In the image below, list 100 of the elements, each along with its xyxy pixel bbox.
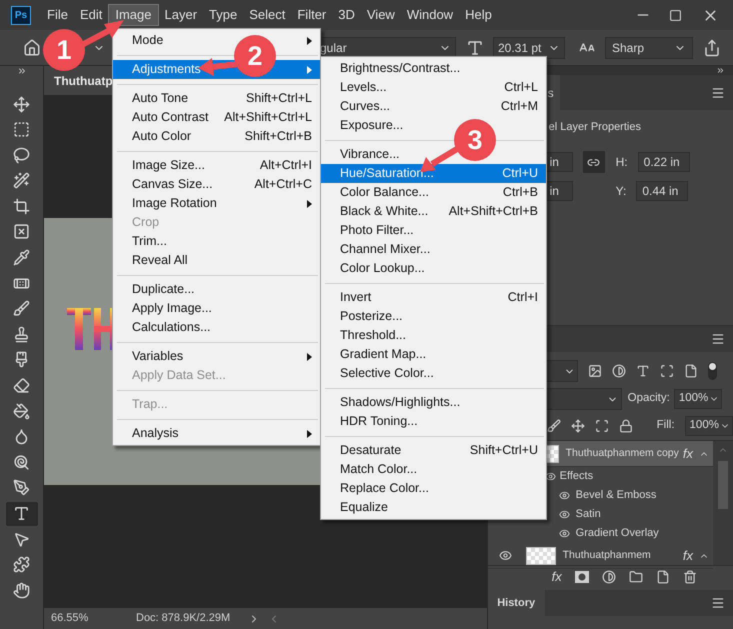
eyedropper-icon [13, 249, 30, 266]
menu-item[interactable]: Shadows/Highlights... [321, 393, 546, 412]
eye-icon[interactable] [558, 509, 570, 520]
link-button[interactable] [582, 151, 605, 173]
menu-item[interactable]: Duplicate... [113, 280, 320, 299]
menu-bar-item[interactable]: View [360, 4, 401, 26]
eye-icon[interactable] [498, 549, 512, 562]
transform-icon[interactable] [660, 364, 674, 378]
expand-icon[interactable] [16, 66, 26, 76]
menu-item[interactable]: Auto Contrast Alt+Shift+Ctrl+L [113, 108, 320, 127]
font-style-dropdown[interactable]: gular [319, 36, 456, 58]
tool-button[interactable] [6, 502, 38, 526]
adjustment-icon[interactable] [602, 570, 616, 584]
half-circle-icon[interactable] [612, 364, 626, 378]
lock-pixels-icon[interactable] [546, 419, 561, 433]
menu-bar-item[interactable]: Image [108, 4, 158, 26]
menu-bar-item[interactable]: 3D [332, 4, 361, 26]
height-field[interactable]: 0.22 in [638, 152, 690, 172]
folder-icon[interactable] [628, 570, 643, 584]
menu-item[interactable]: Auto Color Shift+Ctrl+B [113, 127, 320, 146]
menu-item[interactable]: Threshold... [321, 326, 546, 345]
panel-menu-icon[interactable] [711, 332, 725, 346]
menu-bar-item[interactable]: Select [243, 4, 292, 26]
menu-item[interactable]: Photo Filter... [321, 221, 546, 240]
history-tab[interactable]: History [488, 590, 545, 616]
font-size-field[interactable]: 20.31 pt [493, 36, 565, 58]
lock-artboard-icon[interactable] [594, 419, 609, 433]
menu-item[interactable]: Gradient Map... [321, 345, 546, 364]
menu-bar-item[interactable]: Edit [74, 4, 108, 26]
droplet-icon [13, 428, 30, 446]
submenu-arrow-icon [307, 66, 312, 74]
menu-item[interactable]: HDR Toning... [321, 412, 546, 431]
menu-item[interactable]: Invert Ctrl+I [321, 288, 546, 307]
shape-tool-icon [13, 556, 30, 574]
menu-item[interactable]: Canvas Size... Alt+Ctrl+C [113, 175, 320, 194]
menu-bar-item[interactable]: Layer [158, 4, 204, 26]
frame-tool-icon [13, 223, 30, 240]
fx-label: fx [682, 546, 693, 565]
filter-toggle[interactable] [708, 362, 717, 380]
menu-item[interactable]: Replace Color... [321, 479, 546, 498]
eye-icon[interactable] [558, 528, 570, 539]
menu-item[interactable]: Channel Mixer... [321, 240, 546, 259]
menu-item[interactable]: Calculations... [113, 318, 320, 337]
document-size: Doc: 878.9K/2.29M [136, 611, 230, 626]
menu-item[interactable]: Curves... Ctrl+M [321, 97, 546, 116]
menu-item[interactable]: Apply Image... [113, 299, 320, 318]
maximize-icon[interactable] [669, 8, 682, 22]
menu-item[interactable]: Trim... [113, 232, 320, 251]
menu-bar-item[interactable]: Type [203, 4, 244, 26]
panel-menu-icon[interactable] [711, 86, 725, 100]
collapse-icon[interactable] [716, 66, 725, 75]
eye-icon[interactable] [544, 471, 556, 482]
y-field[interactable]: 0.44 in [636, 181, 688, 201]
paint-bucket-icon [13, 402, 30, 420]
effect-name: Gradient Overlay [576, 526, 659, 542]
lock-position-icon[interactable] [570, 419, 585, 433]
text-icon[interactable] [636, 364, 650, 378]
document-icon[interactable] [684, 364, 698, 378]
opacity-field[interactable]: 100% [674, 389, 722, 409]
share-icon[interactable] [703, 38, 721, 56]
menu-bar-item[interactable]: Window [400, 4, 460, 26]
menu-item[interactable]: Equalize [321, 498, 546, 517]
menu-item[interactable]: Brightness/Contrast... [321, 59, 546, 78]
menu-item[interactable]: Hue/Saturation... Ctrl+U [321, 164, 546, 183]
fx-label: fx [682, 444, 693, 463]
home-icon[interactable] [23, 38, 41, 56]
image-icon[interactable] [588, 364, 602, 378]
layer-row[interactable]: Thuthuatphanmem fx [488, 543, 713, 569]
brush-icon [13, 300, 30, 318]
scrollbar-thumb[interactable] [718, 461, 728, 509]
menu-item[interactable]: Analysis [113, 424, 320, 443]
menu-bar-item[interactable]: Help [459, 4, 498, 26]
lock-icon[interactable] [618, 419, 633, 433]
menu-item[interactable]: Image Size... Alt+Ctrl+I [113, 156, 320, 175]
submenu-arrow-icon [307, 36, 312, 44]
panel-menu-icon[interactable] [711, 596, 725, 610]
zoom-level: 66.55% [51, 611, 90, 626]
effects-button[interactable]: fx [552, 567, 562, 587]
menu-item[interactable]: Reveal All [113, 251, 320, 270]
effects-label: Effects [560, 469, 594, 484]
anti-alias-dropdown[interactable]: Sharp [605, 36, 693, 58]
menu-bar-item[interactable]: Filter [291, 4, 332, 26]
mask-icon[interactable] [574, 571, 589, 583]
menu-item[interactable]: Posterize... [321, 307, 546, 326]
menu-item[interactable]: Black & White... Alt+Shift+Ctrl+B [321, 202, 546, 221]
menu-item[interactable]: Color Balance... Ctrl+B [321, 183, 546, 202]
fill-field[interactable]: 100% [684, 416, 733, 436]
menu-item[interactable]: Image Rotation [113, 194, 320, 213]
field-label: H: [616, 154, 628, 171]
menu-item[interactable]: Levels... Ctrl+L [321, 78, 546, 97]
eraser-icon [13, 377, 30, 394]
menu-item[interactable]: Variables [113, 347, 320, 366]
submenu-arrow-icon [307, 200, 312, 208]
menu-bar-item[interactable]: File [41, 4, 74, 26]
eye-icon[interactable] [558, 490, 570, 501]
menu-item[interactable]: Color Lookup... [321, 259, 546, 278]
trash-icon[interactable] [682, 570, 697, 584]
new-layer-icon[interactable] [656, 570, 670, 584]
menu-item[interactable]: Selective Color... [321, 364, 546, 383]
stamp-icon [13, 326, 30, 343]
